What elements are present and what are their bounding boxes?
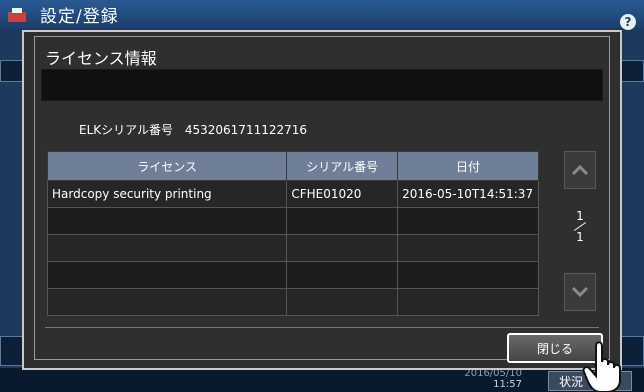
license-cell	[46, 288, 288, 316]
hand-pointer-icon	[582, 341, 621, 392]
column-header-serial: シリアル番号	[286, 151, 399, 181]
elk-serial-value: 4532061711122716	[184, 123, 308, 137]
serial-cell	[286, 261, 399, 289]
license-cell	[46, 261, 288, 289]
license-info-dialog: ライセンス情報 ELKシリアル番号 4532061711122716 ライセンス…	[22, 30, 622, 370]
clock: 2016/05/10 11:57	[452, 368, 522, 390]
page-current: 1	[576, 209, 584, 223]
license-cell	[46, 207, 288, 235]
date-cell	[397, 234, 539, 262]
license-cell: Hardcopy security printing	[46, 180, 288, 208]
divider	[45, 327, 599, 328]
app-title: 設定/登録	[40, 7, 119, 27]
license-table: ライセンス シリアル番号 日付 Hardcopy security printi…	[46, 151, 539, 316]
date-cell	[397, 288, 539, 316]
elk-serial: ELKシリアル番号 4532061711122716	[79, 121, 307, 138]
background-left-tab	[0, 60, 24, 82]
status-bar: 2016/05/10 11:57 状況	[0, 368, 644, 392]
chevron-up-icon	[571, 164, 589, 176]
dialog-title: ライセンス情報	[45, 49, 157, 68]
column-header-date: 日付	[397, 151, 539, 181]
background-left-tab-lower	[0, 336, 24, 366]
table-header-row: ライセンス シリアル番号 日付	[46, 151, 539, 181]
date-cell: 2016-05-10T14:51:37	[397, 180, 539, 208]
scroll-down-button[interactable]	[564, 273, 596, 311]
table-row[interactable]	[46, 288, 539, 316]
dialog-frame: ライセンス情報 ELKシリアル番号 4532061711122716 ライセンス…	[34, 36, 610, 363]
table-row[interactable]	[46, 207, 539, 235]
app-header: 設定/登録 ?	[0, 0, 644, 30]
page-total: 1	[576, 230, 584, 244]
serial-cell	[286, 207, 399, 235]
help-button[interactable]: ?	[620, 14, 636, 30]
serial-cell: CFHE01020	[286, 180, 399, 208]
settings-app-icon	[8, 8, 26, 22]
column-header-license: ライセンス	[46, 151, 288, 181]
date-cell	[397, 261, 539, 289]
table-row[interactable]: Hardcopy security printing CFHE01020 201…	[46, 180, 539, 208]
message-bar	[41, 69, 603, 101]
table-row[interactable]	[46, 261, 539, 289]
serial-cell	[286, 234, 399, 262]
background-right-tab	[620, 60, 644, 82]
scroll-up-button[interactable]	[564, 151, 596, 189]
serial-cell	[286, 288, 399, 316]
chevron-down-icon	[571, 286, 589, 298]
page-indicator: 1 1	[564, 209, 596, 244]
license-cell	[46, 234, 288, 262]
clock-time: 11:57	[493, 379, 522, 390]
elk-serial-label: ELKシリアル番号	[79, 123, 174, 137]
date-cell	[397, 207, 539, 235]
table-row[interactable]	[46, 234, 539, 262]
